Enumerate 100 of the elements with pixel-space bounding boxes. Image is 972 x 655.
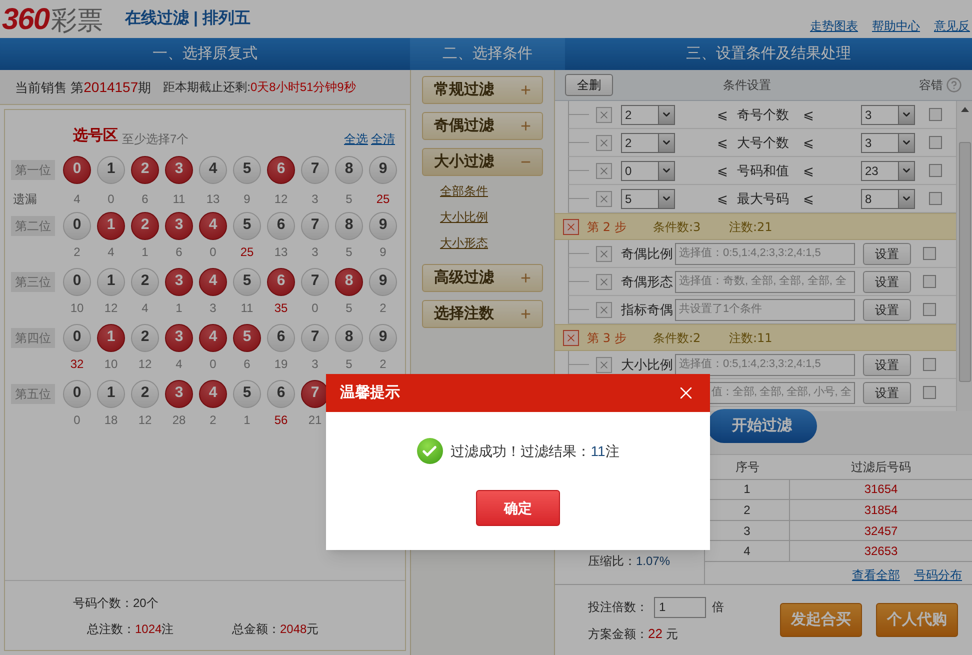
tolerance-checkbox[interactable]	[923, 386, 936, 399]
settings-button[interactable]: 设置	[863, 298, 911, 320]
delete-icon[interactable]	[596, 246, 612, 262]
condition-value-field: 选择值：0:5,1:4,2:3,3:2,4:1,5	[675, 242, 855, 264]
delete-icon[interactable]	[596, 356, 612, 372]
step-header: 二、选择条件	[410, 38, 565, 70]
start-filter-button[interactable]: 开始过滤	[707, 409, 817, 443]
result-link[interactable]: 查看全部	[852, 566, 900, 584]
delete-icon[interactable]	[596, 190, 612, 206]
settings-button[interactable]: 设置	[863, 242, 911, 264]
tolerance-checkbox[interactable]	[929, 108, 942, 121]
scrollbar[interactable]	[956, 101, 972, 411]
omission-value: 2	[72, 244, 82, 260]
omission-value: 12	[137, 356, 153, 372]
dialog-title: 温馨提示	[340, 382, 400, 403]
value-select[interactable]: 3	[861, 132, 915, 152]
omission-value: 9	[378, 244, 388, 260]
filter-link[interactable]: 大小形态	[440, 234, 543, 252]
scroll-up-icon[interactable]	[960, 107, 968, 112]
header-link[interactable]: 帮助中心	[872, 17, 920, 35]
filter-link[interactable]: 全部条件	[440, 182, 543, 200]
condition-value-field: 共设置了1个条件	[675, 298, 855, 320]
value-select[interactable]: 2	[621, 104, 675, 124]
operator-text: ⩽	[717, 106, 729, 124]
settings-button[interactable]: 设置	[863, 354, 911, 376]
header-link[interactable]: 走势图表	[810, 17, 858, 35]
delete-icon[interactable]	[596, 274, 612, 290]
delete-icon[interactable]	[596, 302, 612, 318]
position-tag: 第一位	[11, 160, 55, 180]
column-header: 序号	[734, 458, 760, 476]
tolerance-checkbox[interactable]	[923, 275, 936, 288]
omission-value: 25	[375, 190, 391, 208]
table-cell-text: 31654	[863, 481, 899, 498]
plan-amount-text: 方案金额：22 元	[588, 624, 679, 643]
confirm-button[interactable]: 确定	[476, 490, 560, 526]
condition-label: 指标奇偶	[620, 300, 674, 319]
position-tag: 第四位	[11, 328, 55, 348]
value-select[interactable]: 23	[861, 160, 915, 180]
delete-icon[interactable]	[596, 106, 612, 122]
value-select[interactable]: 0	[621, 160, 675, 180]
tolerance-checkbox[interactable]	[929, 192, 942, 205]
value-select[interactable]: 5	[621, 188, 675, 208]
settings-button[interactable]: 设置	[863, 270, 911, 292]
condition-label: 号码和值	[737, 162, 790, 180]
omission-value: 2	[378, 356, 388, 372]
omission-value: 35	[273, 300, 289, 316]
filter-link[interactable]: 大小比例	[440, 208, 543, 226]
settings-button[interactable]: 设置	[863, 382, 911, 404]
operator-text: ⩽	[803, 106, 815, 124]
delete-icon[interactable]	[563, 330, 579, 346]
omission-value: 0	[106, 190, 116, 208]
delete-icon[interactable]	[596, 134, 612, 150]
delete-icon[interactable]	[563, 218, 579, 234]
filter-category[interactable]: 大小过滤 −	[422, 148, 543, 176]
tolerance-checkbox[interactable]	[929, 164, 942, 177]
filter-category[interactable]: 选择注数 +	[422, 300, 543, 328]
omission-value: 13	[273, 244, 289, 260]
column-header: 过滤后号码	[850, 458, 912, 476]
multiple-field[interactable]: 1	[654, 596, 706, 618]
value-select[interactable]: 8	[861, 188, 915, 208]
omission-value: 1	[242, 412, 252, 428]
filter-category[interactable]: 常规过滤 +	[422, 76, 543, 104]
step-bet-count: 注数:21	[729, 218, 772, 236]
issue-text: 当前销售 第2014157期	[15, 78, 152, 96]
delete-icon[interactable]	[596, 162, 612, 178]
condition-value-field: 选择值：奇数, 全部, 全部, 全部, 全	[675, 270, 855, 292]
step-condition-count: 条件数:3	[653, 218, 702, 236]
header-link[interactable]: 意见反	[934, 17, 970, 35]
value-select[interactable]: 3	[861, 104, 915, 124]
omission-value: 1	[140, 244, 150, 260]
tolerance-checkbox[interactable]	[923, 303, 936, 316]
filter-category[interactable]: 奇偶过滤 +	[422, 112, 543, 140]
tolerance-checkbox[interactable]	[923, 247, 936, 260]
step-title: 第 2 步	[587, 218, 628, 236]
tolerance-checkbox[interactable]	[929, 136, 942, 149]
result-link[interactable]: 号码分布	[914, 566, 962, 584]
omission-value: 12	[273, 190, 289, 208]
filter-category[interactable]: 高级过滤 +	[422, 264, 543, 292]
operator-text: ⩽	[803, 190, 815, 208]
operator-text: ⩽	[717, 190, 729, 208]
logo[interactable]: 360彩票	[2, 0, 104, 42]
omission-value: 56	[273, 412, 289, 428]
omission-value: 3	[310, 190, 320, 208]
select-link[interactable]: 全清	[371, 130, 395, 148]
omission-value: 19	[273, 356, 289, 372]
step-condition-count: 条件数:2	[653, 330, 702, 346]
value-select[interactable]: 2	[621, 132, 675, 152]
omission-value: 11	[240, 300, 254, 316]
operator-text: ⩽	[717, 162, 729, 180]
omission-value: 3	[310, 244, 320, 260]
omission-value: 0	[208, 244, 218, 260]
success-icon	[416, 438, 443, 464]
omission-label: 遗漏	[13, 192, 37, 206]
tolerance-checkbox[interactable]	[923, 358, 936, 371]
step-bet-count: 注数:11	[729, 330, 772, 346]
omission-value: 10	[69, 300, 85, 316]
delete-all-button[interactable]: 全删	[565, 74, 613, 96]
select-link[interactable]: 全选	[344, 130, 368, 148]
help-icon[interactable]	[946, 77, 962, 93]
omission-value: 0	[310, 300, 320, 316]
